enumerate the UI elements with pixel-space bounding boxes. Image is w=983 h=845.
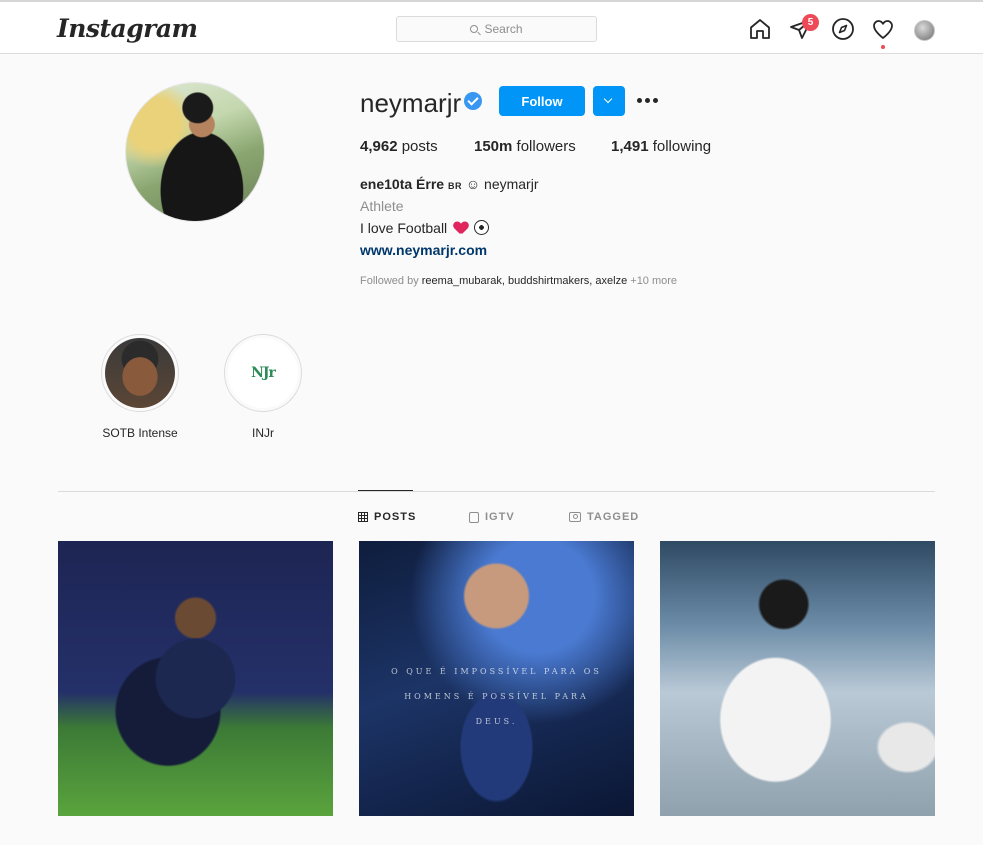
verified-badge-icon — [464, 92, 482, 110]
tab-igtv[interactable]: IGTV — [469, 511, 515, 523]
followed-by-prefix: Followed by — [360, 275, 419, 287]
post-thumbnail[interactable] — [58, 541, 333, 816]
active-tab-indicator — [358, 490, 413, 491]
tab-tagged[interactable]: TAGGED — [569, 511, 639, 523]
search-placeholder: Search — [484, 22, 523, 36]
followers-label: followers — [516, 138, 576, 155]
highlight-label: INJr — [252, 426, 274, 440]
profile-bio: I love Football — [360, 220, 489, 236]
tagged-icon — [569, 512, 581, 522]
activity-heart-icon[interactable] — [871, 17, 895, 41]
profile-website-link[interactable]: www.neymarjr.com — [360, 242, 487, 258]
search-input[interactable]: Search — [396, 16, 597, 42]
tab-label: TAGGED — [587, 511, 640, 523]
profile-picture[interactable] — [125, 82, 265, 222]
post-caption-overlay: O QUE É IMPOSSÍVEL PARA OS HOMENS É POSS… — [391, 667, 602, 726]
posts-count: 4,962 — [360, 138, 398, 155]
followed-by-users: reema_mubarak, buddshirtmakers, axelze — [421, 275, 628, 287]
profile-photo — [126, 83, 264, 221]
following-count: 1,491 — [611, 138, 649, 155]
follow-button[interactable]: Follow — [499, 86, 585, 116]
search-icon — [470, 25, 479, 33]
soccer-ball-emoji-icon — [473, 220, 489, 235]
instagram-logo[interactable]: Instagram — [57, 14, 198, 43]
followed-by-text[interactable]: Followed by reema_mubarak, buddshirtmake… — [360, 275, 677, 287]
profile-avatar-menu[interactable] — [914, 20, 935, 41]
followers-count: 150m — [474, 138, 513, 155]
tab-label: IGTV — [485, 511, 515, 523]
post-thumbnail[interactable] — [660, 541, 935, 816]
home-icon[interactable] — [748, 17, 772, 41]
direct-notification-badge: 5 — [802, 14, 819, 31]
more-options-icon[interactable] — [637, 98, 659, 104]
following-link[interactable]: 1,491 following — [611, 138, 711, 155]
top-nav: Instagram Search 5 — [0, 0, 983, 54]
highlight-label: SOTB Intense — [102, 426, 178, 440]
bio-text: I love Football — [360, 220, 448, 236]
country-tag: BR — [447, 181, 462, 191]
posts-label: posts — [401, 138, 438, 155]
profile-handle: neymarjr — [484, 176, 539, 192]
highlight-cover-image: NJr — [228, 338, 298, 408]
highlight-sotb-intense[interactable]: SOTB Intense — [100, 334, 180, 440]
tab-posts[interactable]: POSTS — [358, 511, 416, 523]
profile-category: Athlete — [360, 198, 404, 214]
followers-link[interactable]: 150m followers — [474, 138, 576, 155]
full-name-text: ene10ta Érre — [360, 176, 445, 192]
chevron-down-icon — [603, 94, 613, 104]
posts-count-stat: 4,962 posts — [360, 138, 438, 155]
suggested-accounts-button[interactable] — [593, 86, 625, 116]
red-heart-emoji-icon — [454, 222, 468, 234]
highlight-injr[interactable]: NJr INJr — [223, 334, 303, 440]
profile-username: neymarjr — [360, 88, 462, 118]
tab-label: POSTS — [374, 511, 417, 523]
following-label: following — [652, 138, 712, 155]
face-emoji-icon: ☺ — [465, 176, 481, 192]
igtv-icon — [469, 511, 479, 523]
highlight-cover-image — [105, 338, 175, 408]
highlight-cover-ring — [101, 334, 179, 412]
tabs-divider — [58, 491, 935, 492]
activity-notification-dot — [881, 45, 885, 49]
explore-compass-icon[interactable] — [831, 17, 855, 41]
highlight-cover-ring: NJr — [224, 334, 302, 412]
post-thumbnail[interactable]: O QUE É IMPOSSÍVEL PARA OS HOMENS É POSS… — [359, 541, 634, 816]
grid-icon — [358, 512, 368, 522]
followed-by-more: +10 more — [630, 275, 678, 287]
njr-logo: NJr — [251, 365, 276, 381]
profile-full-name: ene10ta Érre BR ☺ neymarjr — [360, 176, 539, 192]
